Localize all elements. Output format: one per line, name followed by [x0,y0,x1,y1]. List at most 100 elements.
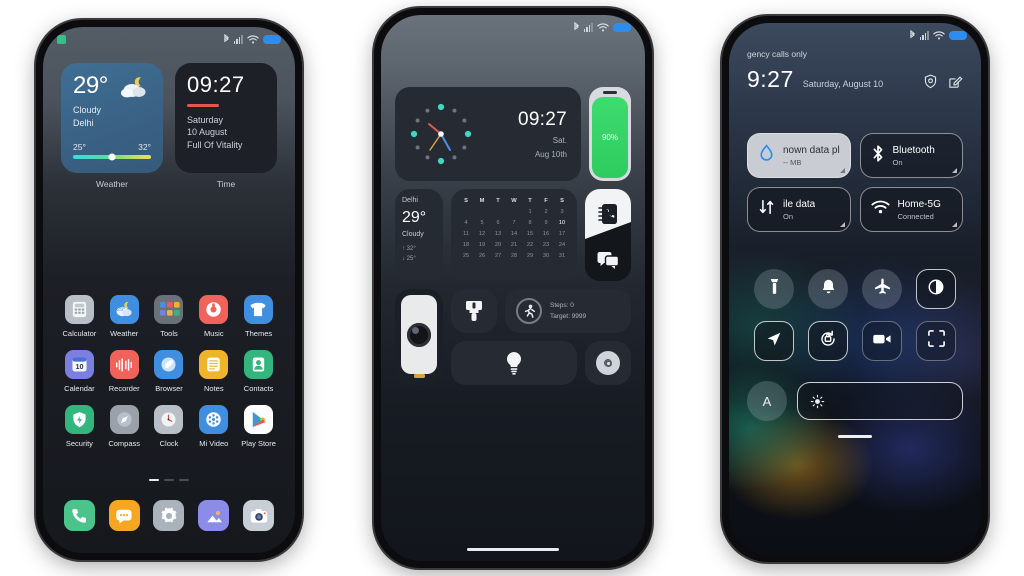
control-center-handle[interactable] [838,435,872,438]
airplane-icon [873,277,892,301]
expand-corner-icon[interactable] [839,168,845,173]
calendar-tile[interactable]: S M T W T F S 1 2 3 4 5 6 7 8 9 10 11 12 13 14 15 16 17 18 19 20 21… [451,189,577,281]
cc-tile-wifi[interactable]: Home-5G Connected [859,187,963,232]
toggle-airplane[interactable] [862,269,902,309]
calendar-day[interactable]: 7 [506,219,522,228]
toggle-auto-rotate[interactable] [808,321,848,361]
phone-home-screen: 29° Cloudy Delhi 25° 32° Weather 09:27 S… [36,20,302,560]
calendar-day[interactable]: 6 [490,219,506,228]
clock-widget[interactable]: 09:27 Sat. Aug 10th [395,87,581,181]
calendar-day[interactable]: 14 [506,230,522,239]
app-compass[interactable]: Compass [102,405,147,448]
cc-tile-subtitle: Connected [897,211,934,221]
weather-tile[interactable]: Delhi 29° Cloudy ↑ 32° ↓ 25° [395,189,443,281]
calendar-day[interactable]: 21 [506,241,522,250]
app-calendar[interactable]: 10 Calendar [57,350,102,393]
app-music[interactable]: Music [191,295,236,338]
calendar-day[interactable]: 29 [522,252,538,261]
calendar-day[interactable]: 3 [554,208,570,217]
settings-gear-icon[interactable] [923,74,938,89]
time-widget[interactable]: 09:27 Saturday 10 August Full Of Vitalit… [175,63,277,189]
paint-brush-icon [466,301,482,321]
app-recorder[interactable]: Recorder [102,350,147,393]
calendar-day[interactable]: 17 [554,230,570,239]
calendar-day[interactable]: 31 [554,252,570,261]
app-themes[interactable]: Themes [236,295,281,338]
app-weather[interactable]: 29° Weather [102,295,147,338]
page-dot[interactable] [179,478,189,481]
settings-knob-tile[interactable] [585,341,631,385]
battery-widget[interactable]: 90% [589,87,631,181]
weather-widget[interactable]: 29° Cloudy Delhi 25° 32° Weather [61,63,163,189]
cc-tile-bluetooth[interactable]: Bluetooth On [859,133,963,178]
page-dot[interactable] [149,478,159,481]
calendar-day[interactable]: 1 [522,208,538,217]
calendar-day[interactable]: 28 [506,252,522,261]
app-mi-video[interactable]: Mi Video [191,405,236,448]
dial-knob-icon [596,351,620,375]
calendar-day[interactable]: 4 [458,219,474,228]
calendar-day-today[interactable]: 10 [554,219,570,228]
app-calculator[interactable]: Calculator [57,295,102,338]
camera-tile[interactable] [395,289,443,385]
expand-corner-icon[interactable] [839,222,845,227]
calendar-day[interactable]: 23 [538,241,554,250]
app-play-store[interactable]: Play Store [236,405,281,448]
toggle-bell[interactable] [808,269,848,309]
settings-app[interactable] [153,500,185,531]
brightness-slider[interactable] [797,382,963,420]
calendar-day[interactable]: 13 [490,230,506,239]
phone-control-center: gency calls only 9:27 Saturday, August 1… [722,16,988,562]
calendar-day[interactable]: 9 [538,219,554,228]
svg-text:29°: 29° [117,307,125,313]
toggle-dark-mode[interactable] [916,269,956,309]
toggle-flashlight[interactable] [754,269,794,309]
calendar-day[interactable]: 20 [490,241,506,250]
app-notes[interactable]: Notes [191,350,236,393]
home-indicator[interactable] [467,547,559,551]
calendar-day[interactable]: 5 [474,219,490,228]
calendar-day[interactable]: 11 [458,230,474,239]
cc-tile-data-drop[interactable]: nown data pla -- MB [747,133,851,178]
cc-tile-mobile-data[interactable]: ile data On [747,187,851,232]
calendar-blank [458,208,474,217]
fitness-tile[interactable]: Steps: 0 Target: 9999 [505,289,631,333]
calendar-day[interactable]: 8 [522,219,538,228]
location-icon [765,330,783,353]
calendar-day[interactable]: 30 [538,252,554,261]
calendar-day[interactable]: 26 [474,252,490,261]
calendar-day[interactable]: 24 [554,241,570,250]
toggle-screen-record[interactable] [862,321,902,361]
page-dot[interactable] [164,478,174,481]
calendar-day[interactable]: 22 [522,241,538,250]
auto-brightness-button[interactable]: A [747,381,787,421]
communication-tile[interactable] [585,189,631,281]
messages-app[interactable] [108,500,140,531]
calendar-day[interactable]: 15 [522,230,538,239]
calendar-day[interactable]: 27 [490,252,506,261]
chat-icon[interactable] [585,239,631,281]
contacts-book-icon[interactable] [585,189,631,239]
themes-brush-tile[interactable] [451,289,497,333]
app-contacts[interactable]: Contacts [236,350,281,393]
calendar-day[interactable]: 25 [458,252,474,261]
edit-icon[interactable] [948,74,963,89]
app-tools[interactable]: Tools [147,295,192,338]
app-browser[interactable]: Browser [147,350,192,393]
phone-app[interactable] [63,500,95,531]
camera-app[interactable] [243,500,275,531]
gallery-app[interactable] [198,500,230,531]
calendar-day[interactable]: 16 [538,230,554,239]
app-security[interactable]: Security [57,405,102,448]
toggle-scanner[interactable] [916,321,956,361]
flashlight-tile[interactable] [451,341,577,385]
calendar-day[interactable]: 19 [474,241,490,250]
calendar-day[interactable]: 2 [538,208,554,217]
calendar-day[interactable]: 18 [458,241,474,250]
expand-corner-icon[interactable] [952,222,957,227]
expand-corner-icon[interactable] [952,168,957,173]
toggle-location[interactable] [754,321,794,361]
app-clock[interactable]: Clock [147,405,192,448]
calendar-blank [490,208,506,217]
calendar-day[interactable]: 12 [474,230,490,239]
